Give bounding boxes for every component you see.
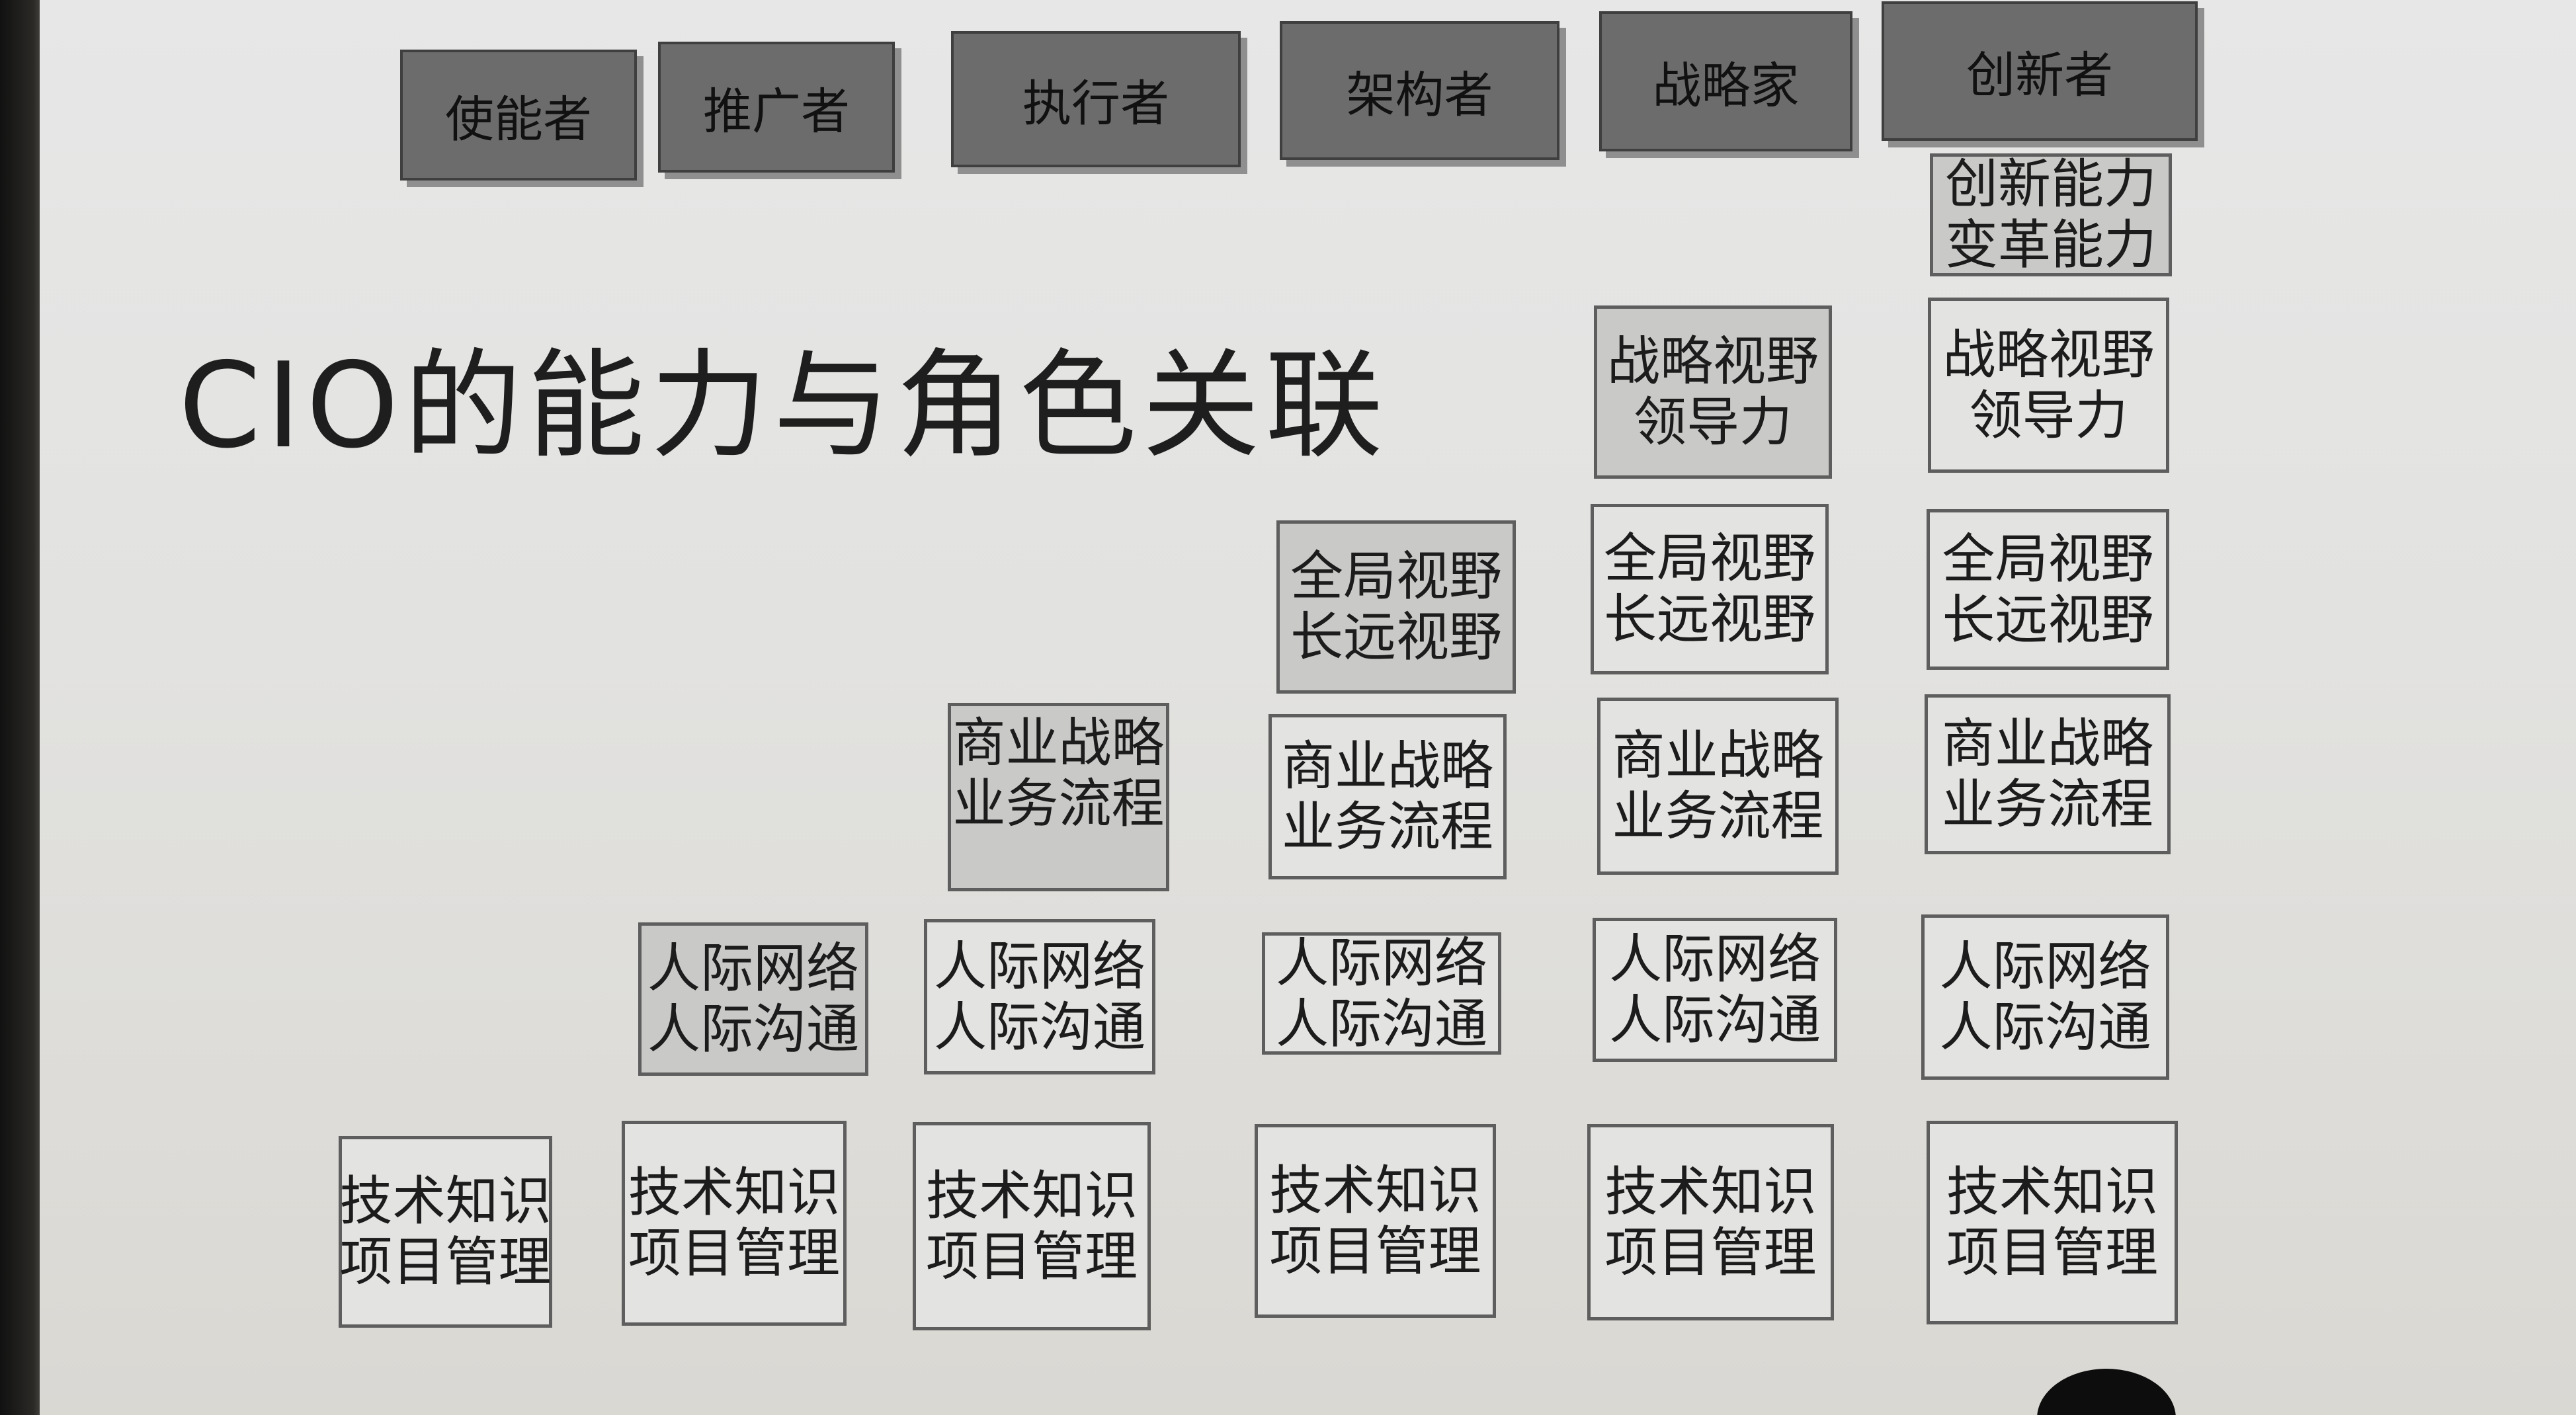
capability-box-tech: 技术知识 项目管理 xyxy=(1927,1121,2178,1324)
capability-box-tech: 技术知识 项目管理 xyxy=(1587,1124,1834,1320)
capability-line: 技术知识 xyxy=(1946,1161,2158,1223)
capability-line: 人际网络 xyxy=(1609,928,1821,990)
capability-line: 业务流程 xyxy=(1282,796,1493,858)
capability-line: 商业战略 xyxy=(1942,713,2153,774)
capability-box-vision: 全局视野 长远视野 xyxy=(1591,504,1829,674)
capability-line: 商业战略 xyxy=(1612,725,1824,786)
capability-box-tech: 技术知识 项目管理 xyxy=(1255,1124,1496,1318)
capability-box-people: 人际网络 人际沟通 xyxy=(924,919,1155,1074)
capability-line: 人际网络 xyxy=(1276,932,1487,994)
capability-line: 长远视野 xyxy=(1942,588,2154,651)
role-strategist: 战略家 xyxy=(1599,11,1852,151)
capability-line: 项目管理 xyxy=(1946,1222,2158,1283)
capability-line: 全局视野 xyxy=(1604,528,1815,589)
capability-line: 项目管理 xyxy=(339,1231,552,1293)
capability-box-people: 人际网络 人际沟通 xyxy=(1593,918,1837,1062)
capability-line: 技术知识 xyxy=(1604,1160,1817,1223)
capability-box-business: 商业战略 业务流程 xyxy=(948,703,1169,891)
capability-line: 技术知识 xyxy=(628,1162,840,1223)
capability-line: 技术知识 xyxy=(1269,1159,1481,1221)
capability-line: 人际沟通 xyxy=(1276,992,1487,1055)
capability-line: 全局视野 xyxy=(1290,546,1502,607)
capability-line: 变革能力 xyxy=(1945,214,2157,276)
capability-line: 项目管理 xyxy=(926,1225,1138,1287)
capability-line: 项目管理 xyxy=(1269,1220,1481,1282)
slide-title: CIO的能力与角色关联 xyxy=(179,337,1388,474)
capability-box-innovation: 创新能力 变革能力 xyxy=(1930,153,2172,276)
capability-line: 业务流程 xyxy=(1942,774,2153,835)
capability-line: 长远视野 xyxy=(1290,606,1502,668)
role-promoter: 推广者 xyxy=(658,42,895,173)
capability-box-tech: 技术知识 项目管理 xyxy=(622,1121,847,1326)
capability-box-business: 商业战略 业务流程 xyxy=(1268,714,1507,879)
capability-line: 战略视野 xyxy=(1607,331,1819,392)
capability-box-business: 商业战略 业务流程 xyxy=(1597,698,1839,875)
capability-line: 人际沟通 xyxy=(1609,989,1821,1051)
capability-line: 创新能力 xyxy=(1945,153,2157,215)
capability-box-tech: 技术知识 项目管理 xyxy=(913,1122,1151,1330)
capability-line: 项目管理 xyxy=(1604,1221,1817,1283)
capability-box-strategy: 战略视野 领导力 xyxy=(1928,298,2169,473)
capability-line: 人际沟通 xyxy=(647,998,859,1060)
capability-box-vision: 全局视野 长远视野 xyxy=(1927,509,2169,670)
capability-box-people: 人际网络 人际沟通 xyxy=(1262,932,1501,1055)
role-enabler: 使能者 xyxy=(400,50,637,181)
capability-line: 人际沟通 xyxy=(934,996,1145,1058)
capability-line: 人际沟通 xyxy=(1939,996,2151,1058)
capability-line: 业务流程 xyxy=(1612,786,1824,847)
role-architect: 架构者 xyxy=(1280,21,1559,160)
capability-line: 项目管理 xyxy=(628,1223,840,1284)
capability-box-business: 商业战略 业务流程 xyxy=(1925,694,2171,854)
capability-line: 技术知识 xyxy=(339,1170,552,1232)
capability-box-vision: 全局视野 长远视野 xyxy=(1276,520,1516,694)
capability-line: 领导力 xyxy=(1969,384,2128,446)
capability-box-tech: 技术知识 项目管理 xyxy=(339,1136,552,1328)
capability-line: 全局视野 xyxy=(1942,528,2154,590)
capability-line: 人际网络 xyxy=(1939,936,2151,997)
capability-box-people: 人际网络 人际沟通 xyxy=(1921,914,2169,1080)
capability-line: 领导力 xyxy=(1634,391,1792,453)
capability-box-strategy: 战略视野 领导力 xyxy=(1594,305,1832,479)
capability-line: 人际网络 xyxy=(934,935,1145,997)
capability-box-people: 人际网络 人际沟通 xyxy=(638,922,868,1076)
capability-line: 技术知识 xyxy=(926,1164,1138,1227)
capability-line: 战略视野 xyxy=(1942,323,2155,385)
capability-line: 商业战略 xyxy=(952,712,1165,774)
role-innovator: 创新者 xyxy=(1882,1,2198,141)
capability-line: 长远视野 xyxy=(1604,588,1815,650)
capability-line: 人际网络 xyxy=(647,938,859,999)
capability-line: 业务流程 xyxy=(952,773,1165,834)
role-executor: 执行者 xyxy=(951,31,1241,167)
photo-of-projected-slide: CIO的能力与角色关联 使能者 推广者 执行者 架构者 战略家 创新者 技术知识… xyxy=(0,0,2576,1415)
capability-line: 商业战略 xyxy=(1282,735,1493,797)
